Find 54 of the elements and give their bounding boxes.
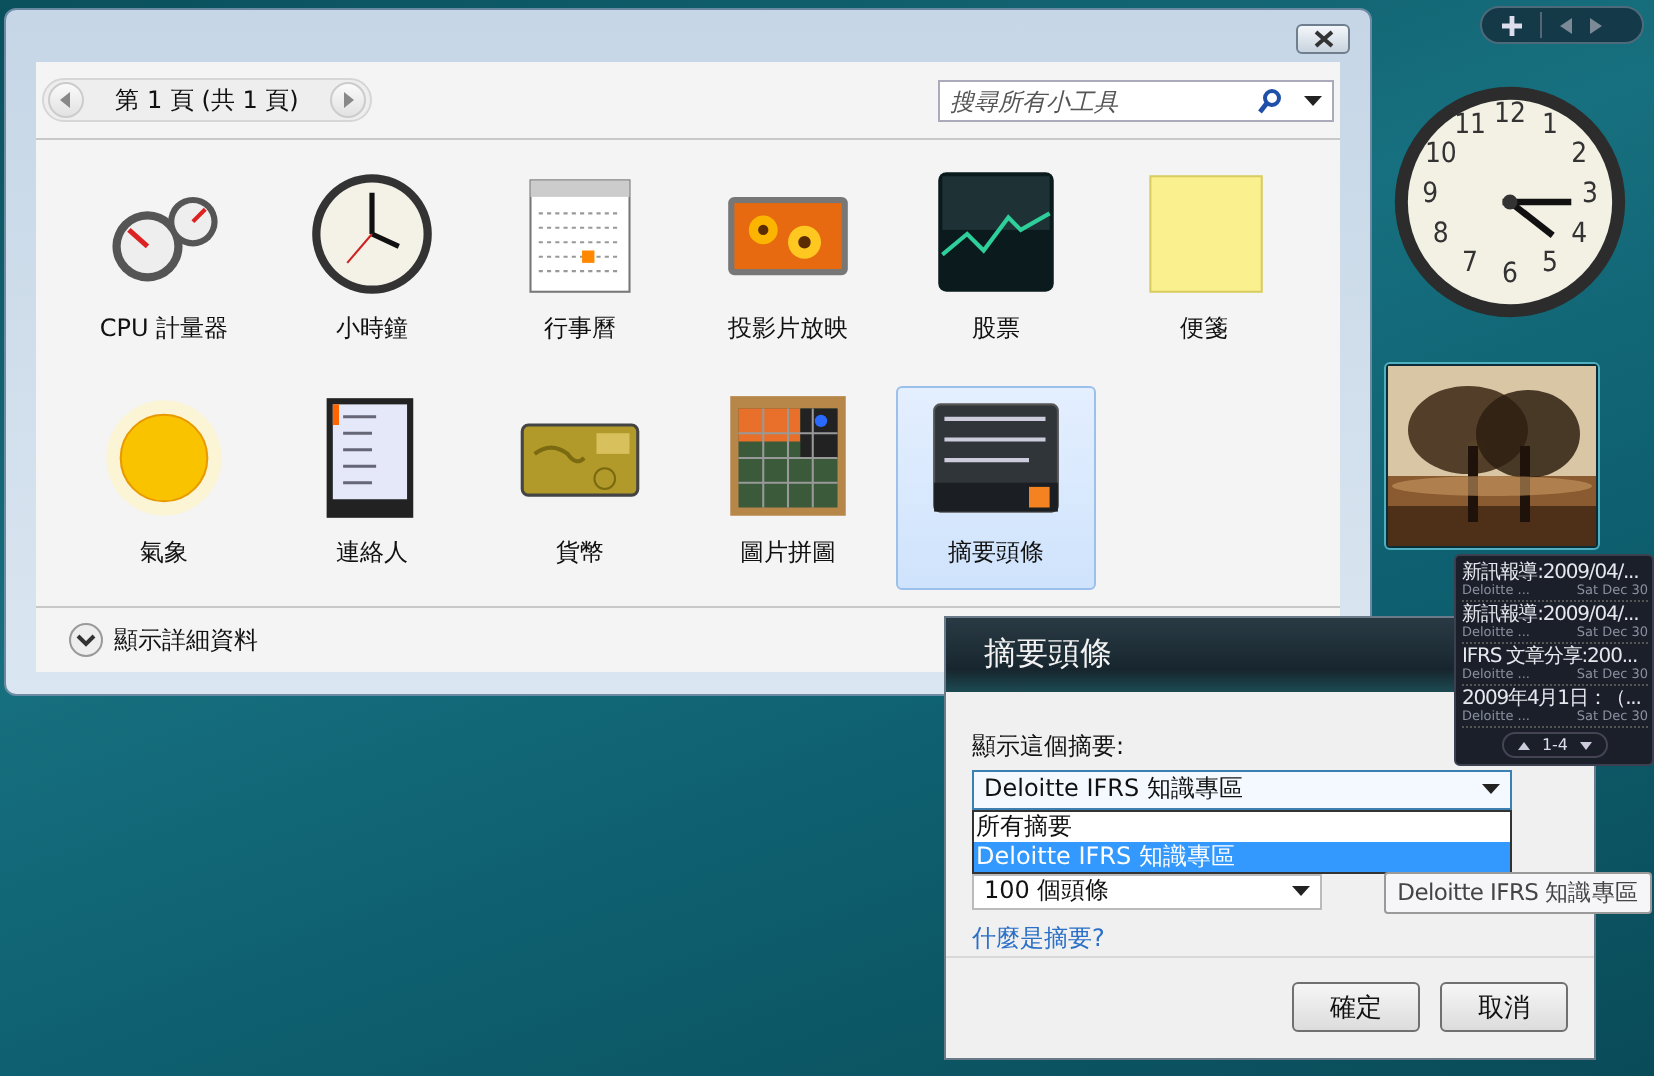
- dropdown-option[interactable]: 所有摘要: [974, 811, 1510, 842]
- dropdown-arrow-icon[interactable]: [1304, 95, 1322, 105]
- gadget-tile[interactable]: 氣象: [64, 386, 264, 590]
- feed-select[interactable]: Deloitte IFRS 知識專區: [972, 769, 1512, 810]
- gadget-tile[interactable]: 貨幣: [480, 386, 680, 590]
- search-field[interactable]: 搜尋所有小工具: [938, 80, 1334, 122]
- previous-page-button[interactable]: [48, 82, 84, 118]
- dropdown-arrow-icon: [1292, 886, 1310, 897]
- dropdown-arrow-icon: [1482, 784, 1500, 795]
- next-arrow-icon[interactable]: [1590, 17, 1602, 33]
- dialog-title: 摘要頭條: [984, 633, 1112, 676]
- next-page-button[interactable]: [330, 82, 366, 118]
- gadget-tile[interactable]: 行事曆: [480, 162, 680, 366]
- gadget-tile[interactable]: 投影片放映: [688, 162, 888, 366]
- up-arrow-icon[interactable]: [1517, 741, 1530, 749]
- search-icon[interactable]: [1258, 87, 1282, 113]
- clock-numeral: 3: [1581, 178, 1598, 210]
- clock-numeral: 4: [1571, 217, 1588, 250]
- left-arrow-icon: [60, 92, 72, 108]
- down-arrow-icon[interactable]: [1580, 741, 1593, 749]
- clock-numeral: 1: [1541, 108, 1558, 141]
- add-icon[interactable]: [1502, 15, 1522, 35]
- previous-arrow-icon[interactable]: [1560, 17, 1572, 33]
- clock-numeral: 2: [1571, 138, 1588, 171]
- ok-button[interactable]: 確定: [1292, 982, 1420, 1033]
- clock-numeral: 7: [1462, 247, 1479, 280]
- clock-numeral: 5: [1541, 247, 1558, 280]
- clock-numeral: 11: [1454, 108, 1486, 141]
- clock-numeral: 8: [1432, 217, 1449, 250]
- gadget-tile[interactable]: 股票: [896, 162, 1096, 366]
- tooltip: Deloitte IFRS 知識專區: [1384, 872, 1652, 914]
- show-details-button[interactable]: 顯示詳細資料: [68, 622, 258, 658]
- feed-label: 顯示這個摘要:: [972, 729, 1125, 764]
- help-link[interactable]: 什麼是摘要?: [972, 921, 1105, 956]
- right-arrow-icon: [342, 92, 354, 108]
- clock-hands-drawing: [1502, 194, 1572, 238]
- close-button[interactable]: [1296, 24, 1350, 54]
- gadget-tile[interactable]: 連絡人: [272, 386, 472, 590]
- clock-numeral: 12: [1494, 98, 1526, 131]
- gadget-tile[interactable]: CPU 計量器: [64, 162, 264, 366]
- headline-count-select[interactable]: 100 個頭條: [972, 873, 1322, 910]
- clock-numeral: 10: [1424, 138, 1457, 171]
- cancel-button[interactable]: 取消: [1440, 982, 1568, 1033]
- clock-gadget-icon: [306, 168, 438, 300]
- clock-numeral: 6: [1502, 257, 1518, 290]
- page-range: 1-4: [1541, 736, 1569, 754]
- gadget-tile[interactable]: 圖片拼圖: [688, 386, 888, 590]
- close-icon: [1311, 30, 1335, 48]
- gadget-tile[interactable]: 小時鐘: [272, 162, 472, 366]
- chevron-down-icon: [68, 622, 104, 658]
- page-indicator: 第 1 頁 (共 1 頁): [115, 83, 299, 117]
- clock-numeral: 9: [1422, 178, 1439, 210]
- gadget-tile[interactable]: 摘要頭條: [896, 386, 1096, 590]
- gadget-tile[interactable]: 便箋: [1104, 162, 1304, 366]
